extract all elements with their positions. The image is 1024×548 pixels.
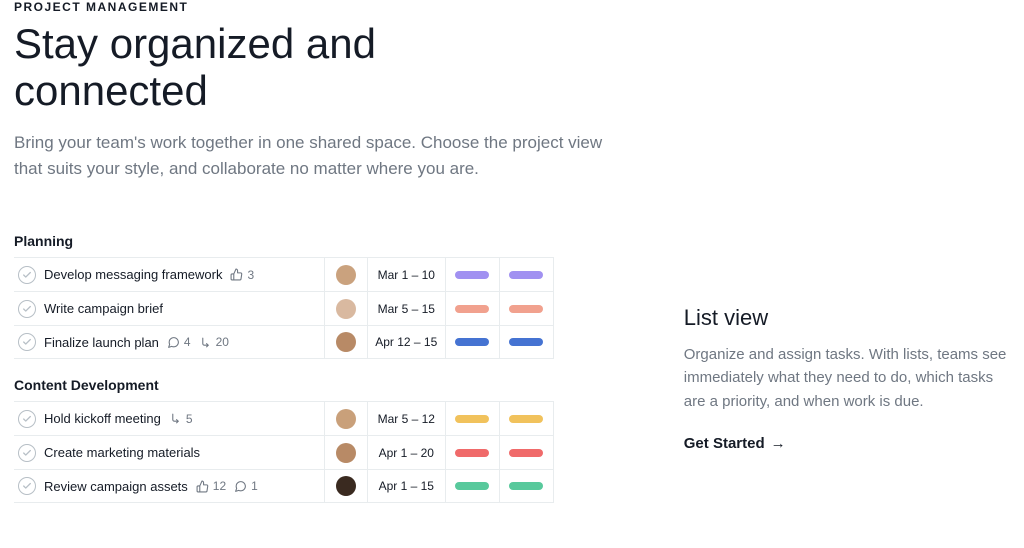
tag-pill bbox=[509, 449, 543, 457]
task-row[interactable]: Review campaign assets 12 1 Apr 1 – 15 bbox=[14, 469, 554, 503]
task-name: Hold kickoff meeting bbox=[44, 411, 161, 426]
tag-pill bbox=[455, 449, 489, 457]
task-name: Develop messaging framework bbox=[44, 267, 222, 282]
tag-pill bbox=[455, 338, 489, 346]
avatar bbox=[336, 476, 356, 496]
comment-icon: 4 bbox=[167, 335, 191, 349]
section-title: Content Development bbox=[14, 377, 554, 393]
avatar bbox=[336, 409, 356, 429]
task-name: Review campaign assets bbox=[44, 479, 188, 494]
task-name: Write campaign brief bbox=[44, 301, 163, 316]
thumbs-up-icon: 12 bbox=[196, 479, 226, 493]
subtask-icon: 20 bbox=[199, 335, 229, 349]
hero-title: Stay organized and connected bbox=[14, 20, 494, 114]
task-date: Mar 5 – 12 bbox=[368, 402, 446, 435]
task-date: Apr 12 – 15 bbox=[368, 326, 446, 358]
tag-pill bbox=[455, 305, 489, 313]
get-started-link[interactable]: Get Started → bbox=[684, 435, 786, 452]
avatar bbox=[336, 443, 356, 463]
side-body: Organize and assign tasks. With lists, t… bbox=[684, 343, 1010, 413]
tag-pill bbox=[455, 482, 489, 490]
hero-lead: Bring your team's work together in one s… bbox=[14, 130, 604, 181]
avatar bbox=[336, 299, 356, 319]
comment-icon: 1 bbox=[234, 479, 258, 493]
task-row[interactable]: Write campaign brief Mar 5 – 15 bbox=[14, 291, 554, 325]
check-circle-icon[interactable] bbox=[18, 333, 36, 351]
check-circle-icon[interactable] bbox=[18, 477, 36, 495]
section-title: Planning bbox=[14, 233, 554, 249]
tag-pill bbox=[509, 271, 543, 279]
check-circle-icon[interactable] bbox=[18, 444, 36, 462]
avatar bbox=[336, 265, 356, 285]
task-row[interactable]: Finalize launch plan 4 20 Apr 12 – 15 bbox=[14, 325, 554, 359]
tag-pill bbox=[509, 482, 543, 490]
tag-pill bbox=[509, 338, 543, 346]
list-preview: Planning Develop messaging framework 3 Mar … bbox=[14, 215, 554, 503]
tag-pill bbox=[455, 415, 489, 423]
task-row[interactable]: Hold kickoff meeting 5 Mar 5 – 12 bbox=[14, 401, 554, 435]
task-name: Create marketing materials bbox=[44, 445, 200, 460]
check-circle-icon[interactable] bbox=[18, 266, 36, 284]
eyebrow: PROJECT MANAGEMENT bbox=[14, 0, 1010, 14]
side-panel: List view Organize and assign tasks. Wit… bbox=[684, 215, 1010, 503]
tag-pill bbox=[455, 271, 489, 279]
task-date: Apr 1 – 15 bbox=[368, 470, 446, 502]
side-title: List view bbox=[684, 305, 1010, 331]
subtask-icon: 5 bbox=[169, 412, 193, 426]
task-date: Mar 5 – 15 bbox=[368, 292, 446, 325]
task-row[interactable]: Create marketing materials Apr 1 – 20 bbox=[14, 435, 554, 469]
avatar bbox=[336, 332, 356, 352]
task-date: Mar 1 – 10 bbox=[368, 258, 446, 291]
check-circle-icon[interactable] bbox=[18, 410, 36, 428]
task-row[interactable]: Develop messaging framework 3 Mar 1 – 10 bbox=[14, 257, 554, 291]
task-date: Apr 1 – 20 bbox=[368, 436, 446, 469]
tag-pill bbox=[509, 415, 543, 423]
check-circle-icon[interactable] bbox=[18, 300, 36, 318]
thumbs-up-icon: 3 bbox=[230, 268, 254, 282]
arrow-right-icon: → bbox=[771, 435, 786, 452]
cta-label: Get Started bbox=[684, 435, 765, 452]
task-name: Finalize launch plan bbox=[44, 335, 159, 350]
tag-pill bbox=[509, 305, 543, 313]
